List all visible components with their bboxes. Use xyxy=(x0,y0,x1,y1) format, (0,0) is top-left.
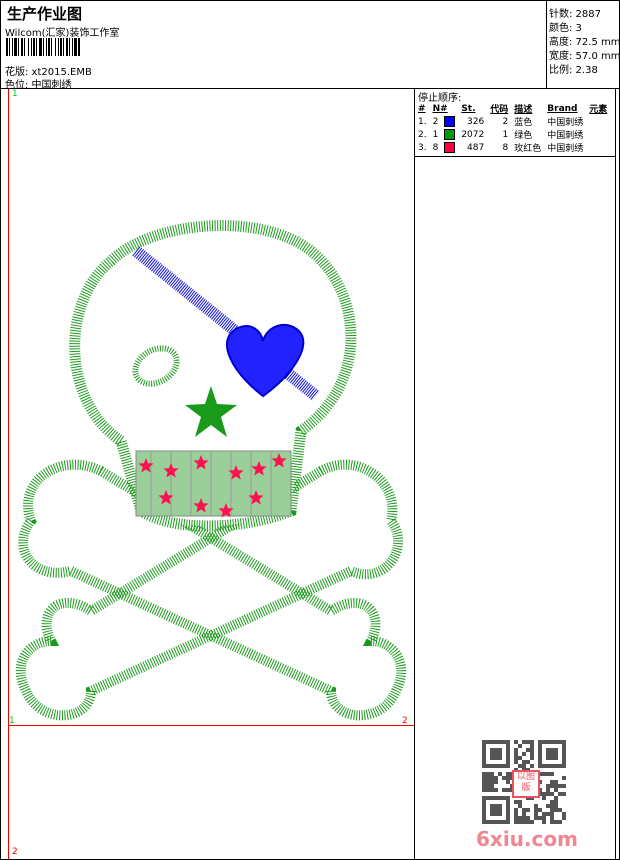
swatch xyxy=(444,129,456,140)
column-header: St. xyxy=(461,103,476,114)
color-code: 2 xyxy=(502,116,509,127)
thread-brand: 中国刺绣 xyxy=(547,131,584,141)
page-title: 生产作业图 xyxy=(7,5,83,23)
table-row: 3. 8 487 8 玫红色 中国刺绣 xyxy=(415,141,610,154)
column-header: Brand xyxy=(547,103,578,114)
swatch xyxy=(444,116,456,127)
column-header: 代码 xyxy=(490,105,509,115)
embroidery-design xyxy=(15,220,407,721)
skull-teeth xyxy=(135,450,292,517)
color-description: 蓝色 xyxy=(514,118,533,128)
color-code: 1 xyxy=(502,129,509,140)
watermark: 6xiu.com xyxy=(476,827,578,851)
stitch-count: 326 xyxy=(467,116,485,127)
design-height: 高度: 72.5 mm xyxy=(549,37,620,48)
row-index: 1. xyxy=(418,116,427,127)
barcode xyxy=(6,38,112,56)
needle-number: 2 xyxy=(432,116,439,127)
divider xyxy=(546,1,547,88)
row-index: 3. xyxy=(418,142,427,153)
stop-sequence-table: # N# St. 代码 描述 Brand 元素 1. 2 326 2 蓝色 中国刺绣 2. 1 2072 1 绿… xyxy=(415,102,610,155)
color-code: 8 xyxy=(502,142,509,153)
production-sheet: 生产作业图 Wilcom(汇家)装饰工作室 花版: xt2015.EMB 色位:… xyxy=(0,0,620,860)
stitch-count: 487 xyxy=(467,142,485,153)
column-header: N# xyxy=(432,103,448,114)
column-header: # xyxy=(418,103,426,114)
divider xyxy=(415,156,615,157)
column-header: 元素 xyxy=(589,105,608,115)
swatch xyxy=(444,142,456,153)
thread-brand: 中国刺绣 xyxy=(547,118,584,128)
table-row: 1. 2 326 2 蓝色 中国刺绣 xyxy=(415,115,610,128)
design-width: 宽度: 57.0 mm xyxy=(549,51,620,62)
company-name: Wilcom(汇家)装饰工作室 xyxy=(5,28,120,39)
column-header: 描述 xyxy=(514,105,533,115)
stitch-count: 针数: 2887 xyxy=(549,9,601,20)
design-scale: 比例: 2.38 xyxy=(549,65,598,76)
row-index: 2. xyxy=(418,129,427,140)
qr-stamp: 以图版 xyxy=(512,770,540,798)
color-swatch xyxy=(441,128,458,141)
marker-end: 2 xyxy=(12,847,18,857)
color-swatch xyxy=(441,115,458,128)
needle-number: 1 xyxy=(432,129,439,140)
color-swatch xyxy=(441,141,458,154)
thread-brand: 中国刺绣 xyxy=(547,144,584,154)
color-description: 玫红色 xyxy=(514,144,542,154)
table-row: 2. 1 2072 1 绿色 中国刺绣 xyxy=(415,128,610,141)
color-count: 颜色: 3 xyxy=(549,23,582,34)
needle-number: 8 xyxy=(432,142,439,153)
divider xyxy=(615,89,616,859)
stitch-count: 2072 xyxy=(461,129,485,140)
color-description: 绿色 xyxy=(514,131,533,141)
